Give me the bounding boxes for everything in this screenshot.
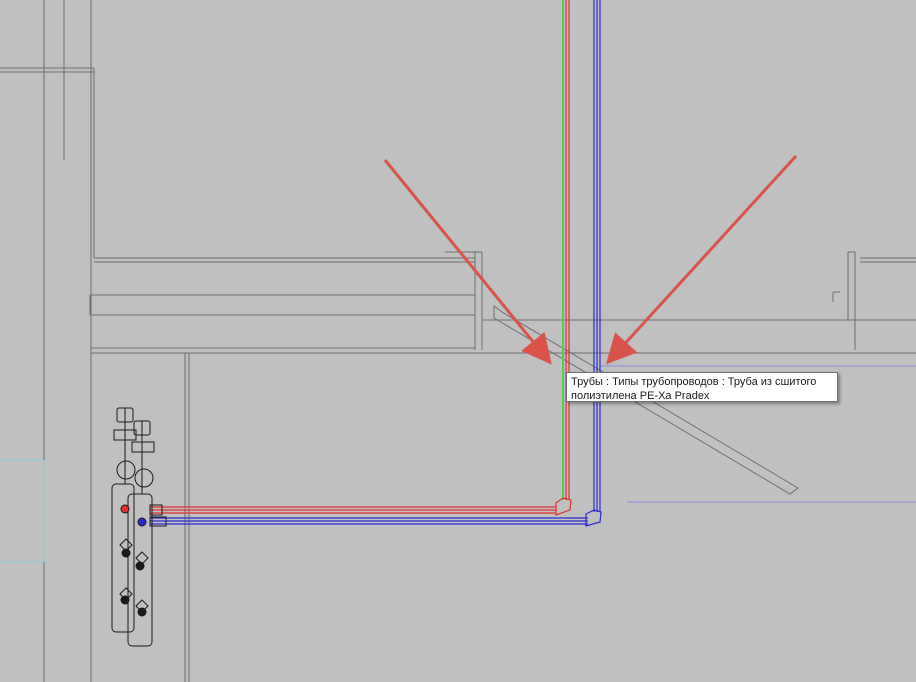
building-walls: [0, 0, 916, 682]
supply-pipe-elbow[interactable]: [555, 497, 572, 516]
element-tooltip: Трубы : Типы трубопроводов : Труба из сш…: [566, 372, 838, 402]
return-pipe-horizontal[interactable]: [150, 517, 588, 525]
return-pipe-riser[interactable]: [593, 0, 601, 512]
return-pipe-elbow[interactable]: [585, 509, 602, 527]
drawing-canvas[interactable]: [0, 0, 916, 682]
tooltip-line-2: полиэтилена PE-Xa Pradex: [571, 390, 710, 402]
supply-pipe-horizontal[interactable]: [150, 506, 556, 514]
supply-pipe-riser[interactable]: [562, 0, 570, 500]
tooltip-line-1: Трубы : Типы трубопроводов : Труба из сш…: [571, 376, 817, 388]
